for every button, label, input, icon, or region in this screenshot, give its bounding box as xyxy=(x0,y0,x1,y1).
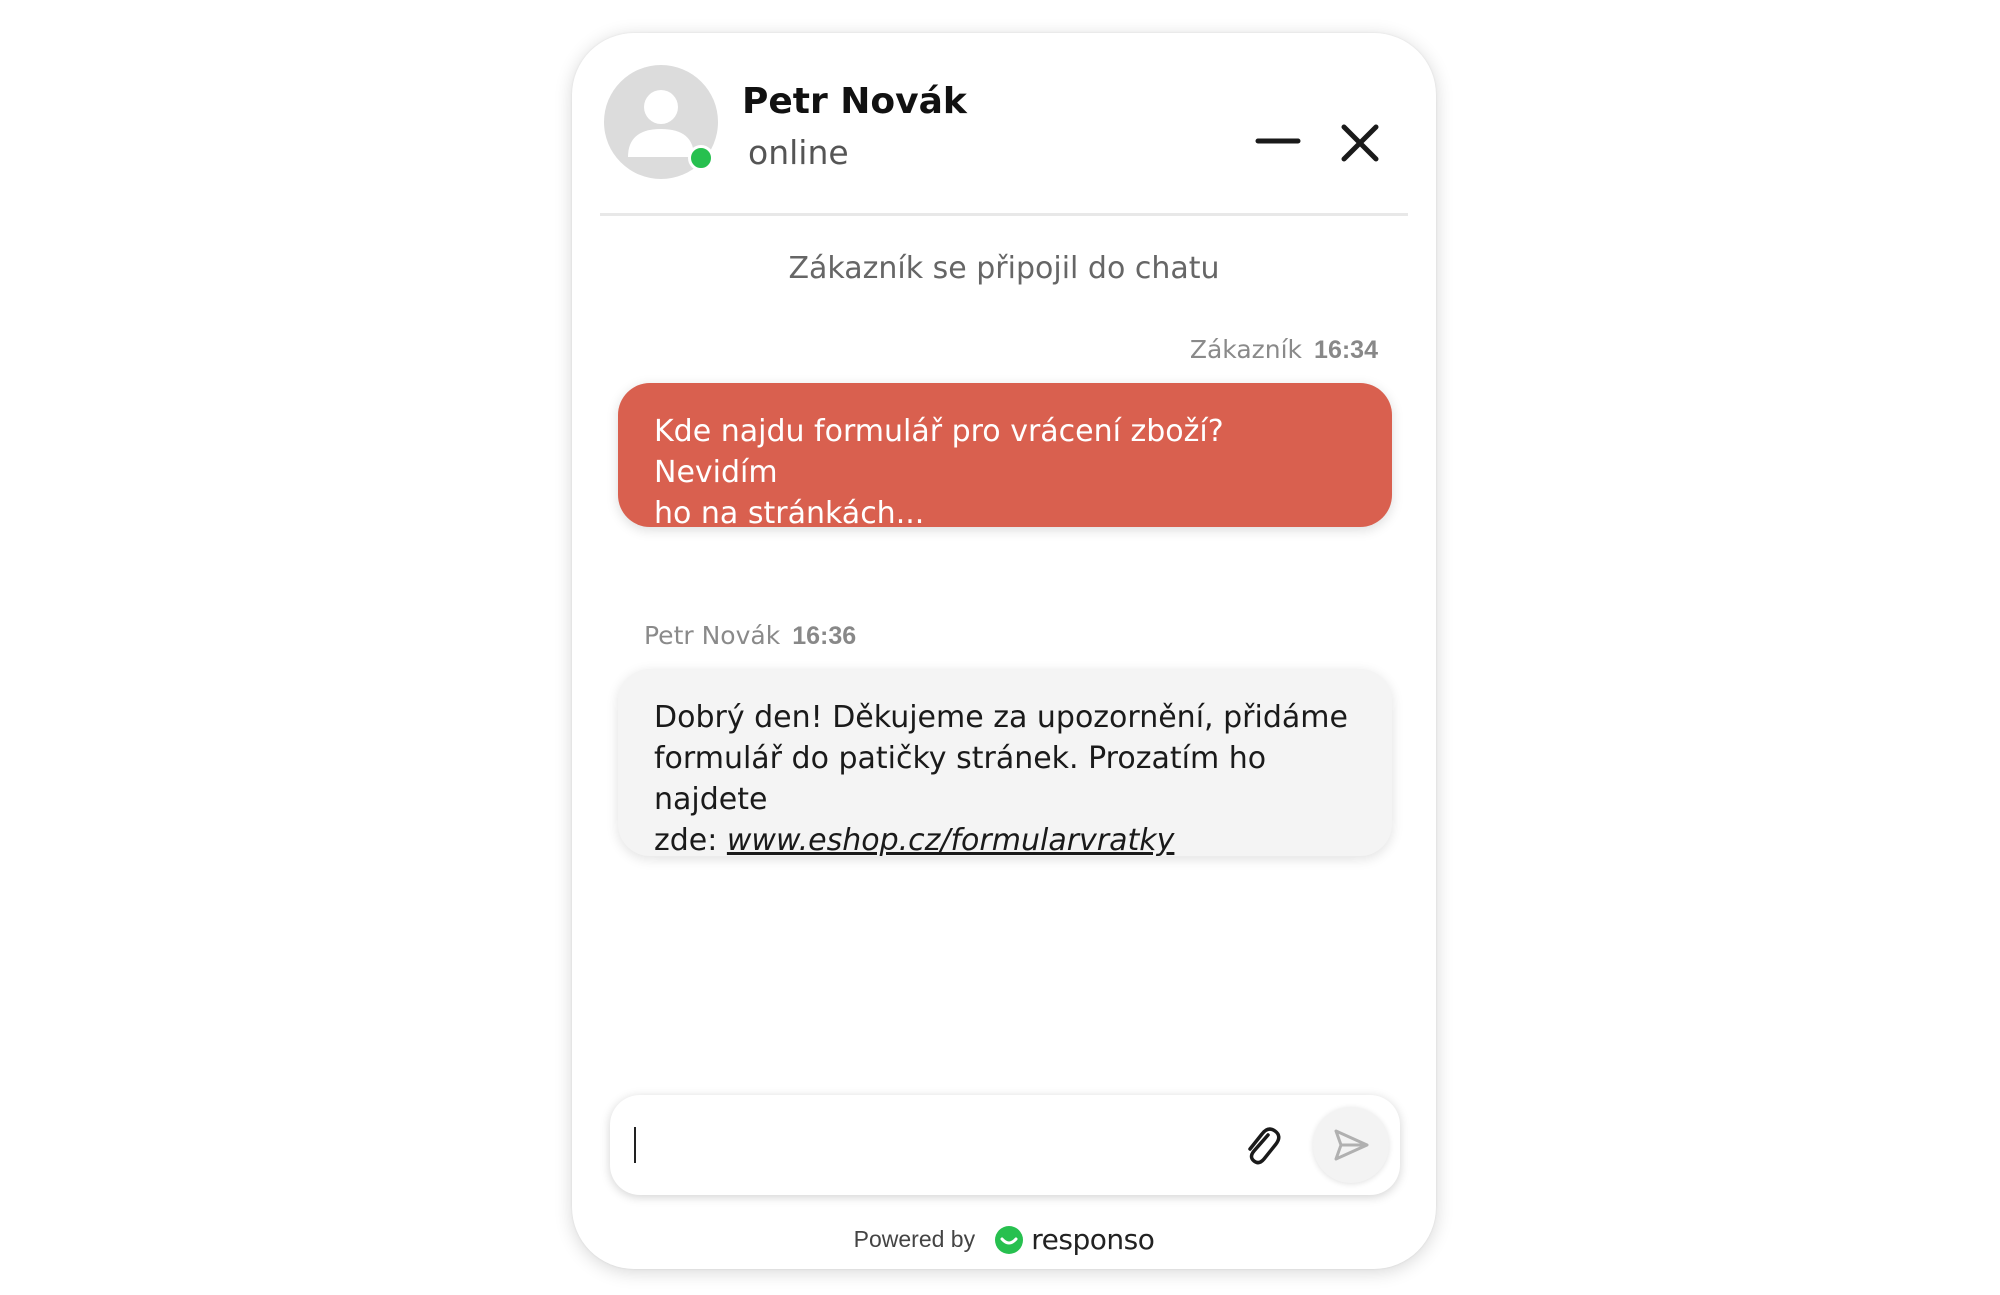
paperclip-icon xyxy=(1248,1127,1281,1165)
minimize-button[interactable] xyxy=(1252,123,1304,159)
customer-message-time: 16:34 xyxy=(1314,336,1378,364)
close-icon xyxy=(1341,124,1379,162)
message-composer xyxy=(610,1095,1400,1195)
online-status-dot xyxy=(688,145,714,171)
agent-message-meta: Petr Novák 16:36 xyxy=(644,621,856,651)
customer-message-bubble: Kde najdu formulář pro vrácení zboží? Ne… xyxy=(618,383,1392,531)
agent-message-link-prefix: zde: xyxy=(654,823,727,858)
powered-by-label: Powered by xyxy=(853,1226,976,1252)
agent-message-time: 16:36 xyxy=(792,622,857,650)
powered-by-footer: Powered by responso xyxy=(572,1223,1436,1263)
customer-sender: Zákazník xyxy=(1189,335,1303,364)
system-notice: Zákazník se připojil do chatu xyxy=(788,251,1220,286)
agent-sender: Petr Novák xyxy=(644,621,781,650)
responso-logo-icon[interactable] xyxy=(994,1225,1024,1255)
agent-message-bubble: Dobrý den! Děkujeme za upozornění, přidá… xyxy=(618,669,1392,858)
responso-brand-name[interactable]: responso xyxy=(1031,1223,1155,1256)
agent-name: Petr Novák xyxy=(742,81,967,122)
close-button[interactable] xyxy=(1338,121,1382,165)
agent-message-line: Dobrý den! Děkujeme za upozornění, přidá… xyxy=(654,700,1348,735)
attach-button[interactable] xyxy=(1238,1121,1286,1169)
agent-message-line: zde: www.eshop.cz/formularvratky xyxy=(654,820,1356,861)
customer-message-line: Kde najdu formulář pro vrácení zboží? Ne… xyxy=(654,414,1224,490)
message-input[interactable] xyxy=(634,1113,1198,1179)
customer-message-line: ho na stránkách... xyxy=(654,496,925,531)
return-form-link[interactable]: www.eshop.cz/formularvratky xyxy=(727,823,1175,858)
text-caret xyxy=(634,1127,636,1163)
agent-message-line: formulář do patičky stránek. Prozatím ho… xyxy=(654,741,1267,817)
send-button[interactable] xyxy=(1313,1107,1389,1183)
send-icon xyxy=(1334,1129,1369,1161)
customer-message-meta: Zákazník 16:34 xyxy=(1190,335,1378,365)
agent-status: online xyxy=(748,133,849,172)
header-divider xyxy=(600,213,1408,216)
chat-widget: Petr Novák online Zákazník se připojil d… xyxy=(572,33,1436,1269)
minimize-icon xyxy=(1255,138,1301,144)
